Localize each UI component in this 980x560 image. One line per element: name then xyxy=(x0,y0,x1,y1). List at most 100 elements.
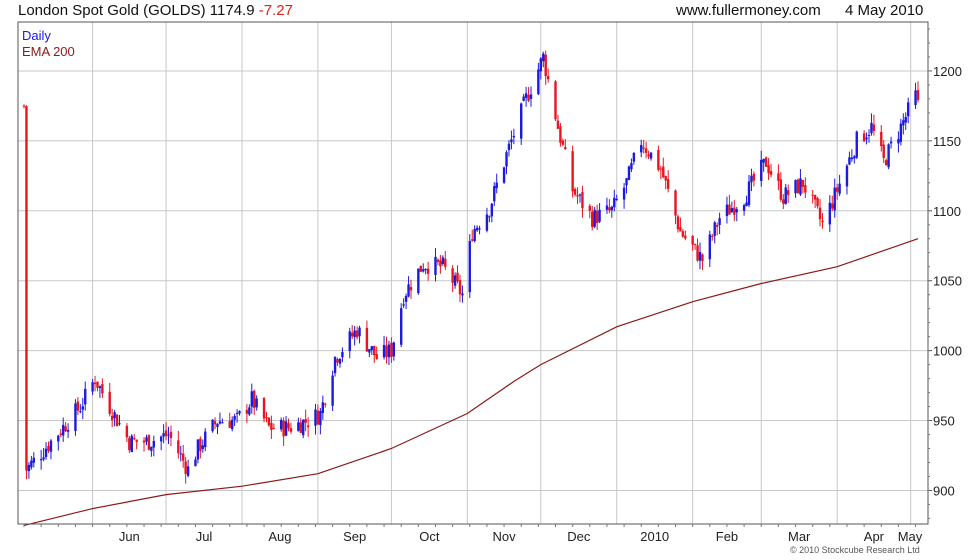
candle-body xyxy=(742,205,746,211)
x-tick-label: Mar xyxy=(788,529,811,544)
candle-body xyxy=(399,308,403,345)
candle-body xyxy=(510,139,513,143)
candle-body xyxy=(505,152,508,167)
candle-body xyxy=(338,358,342,364)
candle-down xyxy=(182,445,185,468)
candle-body xyxy=(84,388,87,405)
candle-body xyxy=(693,243,697,245)
candle-down xyxy=(796,178,800,194)
candle-up xyxy=(730,201,734,213)
candle-down xyxy=(336,357,339,366)
candle-body xyxy=(211,419,214,432)
candle-down xyxy=(779,172,783,202)
candle-up xyxy=(250,383,253,414)
candle-up xyxy=(539,57,543,80)
candle-down xyxy=(576,187,579,205)
candle-body xyxy=(267,417,271,426)
candle-body xyxy=(578,194,582,196)
candle-body xyxy=(782,199,785,204)
candle-up xyxy=(30,455,33,470)
candle-up xyxy=(297,417,300,432)
candle-body xyxy=(625,178,628,186)
candle-up xyxy=(473,225,476,243)
candle-down xyxy=(270,415,273,439)
candle-down xyxy=(390,337,393,363)
candle-body xyxy=(613,197,616,208)
candle-body xyxy=(605,205,609,210)
candle-down xyxy=(351,325,354,340)
candle-body xyxy=(81,406,84,410)
candle-body xyxy=(899,123,903,142)
candle-down xyxy=(101,378,104,399)
candle-body xyxy=(537,69,540,95)
axes: 900 950 1000 1050 1100 1150 1200 Jun Jul Aug Sep Oc… xyxy=(17,21,962,544)
candle-down xyxy=(642,140,645,154)
candle-up xyxy=(331,370,334,411)
candle-up xyxy=(91,378,94,396)
candle-up xyxy=(196,439,200,464)
candle-body xyxy=(22,105,26,107)
candle-down xyxy=(559,122,562,147)
candle-body xyxy=(471,239,474,241)
x-tick-label: Oct xyxy=(419,529,440,544)
candle-body xyxy=(49,440,53,452)
candle-up xyxy=(248,404,251,417)
candle-up xyxy=(333,356,337,377)
candle-body xyxy=(324,403,327,405)
candle-down xyxy=(142,437,146,452)
candle-body xyxy=(199,438,202,452)
candle-down xyxy=(674,189,677,225)
candle-body xyxy=(204,431,207,448)
candle-body xyxy=(595,210,599,224)
candle-body xyxy=(201,445,204,449)
candle-down xyxy=(169,425,173,447)
candle-up xyxy=(593,206,596,229)
candle-body xyxy=(196,439,200,460)
candle-body xyxy=(162,433,165,437)
candle-body xyxy=(390,342,393,358)
candle-up xyxy=(632,152,636,165)
candle-up xyxy=(186,459,190,478)
candle-body xyxy=(74,403,77,431)
candle-up xyxy=(475,225,479,232)
candle-up xyxy=(179,446,182,462)
x-tick-label: 2010 xyxy=(640,529,669,544)
candle-body xyxy=(238,411,241,414)
candle-body xyxy=(870,122,873,134)
candle-up xyxy=(718,212,721,235)
candle-up xyxy=(152,435,156,457)
x-tick-label: Feb xyxy=(716,529,738,544)
candle-body xyxy=(527,94,530,101)
candle-up xyxy=(848,151,851,166)
candle-down xyxy=(561,138,565,147)
candle-body xyxy=(524,93,528,98)
candle-body xyxy=(733,207,736,215)
candle-up xyxy=(760,150,763,187)
candle-body xyxy=(478,228,481,230)
candle-up xyxy=(338,357,342,368)
candle-body xyxy=(27,464,31,472)
candle-body xyxy=(115,414,119,427)
candle-up xyxy=(627,165,631,181)
candle-body xyxy=(179,453,182,455)
candle-body xyxy=(862,133,866,142)
candle-up xyxy=(314,403,317,435)
candle-up xyxy=(321,395,325,420)
candle-body xyxy=(750,175,753,183)
candle-body xyxy=(855,131,858,158)
candle-down xyxy=(752,171,756,187)
candle-body xyxy=(475,227,479,231)
candle-body xyxy=(355,330,359,338)
candle-body xyxy=(642,147,645,149)
candle-up xyxy=(542,51,545,68)
candle-body xyxy=(627,166,631,181)
candle-up xyxy=(61,417,65,442)
candle-body xyxy=(424,269,427,271)
candle-body xyxy=(255,398,258,408)
candle-body xyxy=(265,417,268,419)
candle-down xyxy=(767,157,770,181)
candle-body xyxy=(385,345,388,357)
candle-body xyxy=(221,422,224,424)
candle-body xyxy=(93,382,97,385)
x-tick-label: Jul xyxy=(196,529,213,544)
